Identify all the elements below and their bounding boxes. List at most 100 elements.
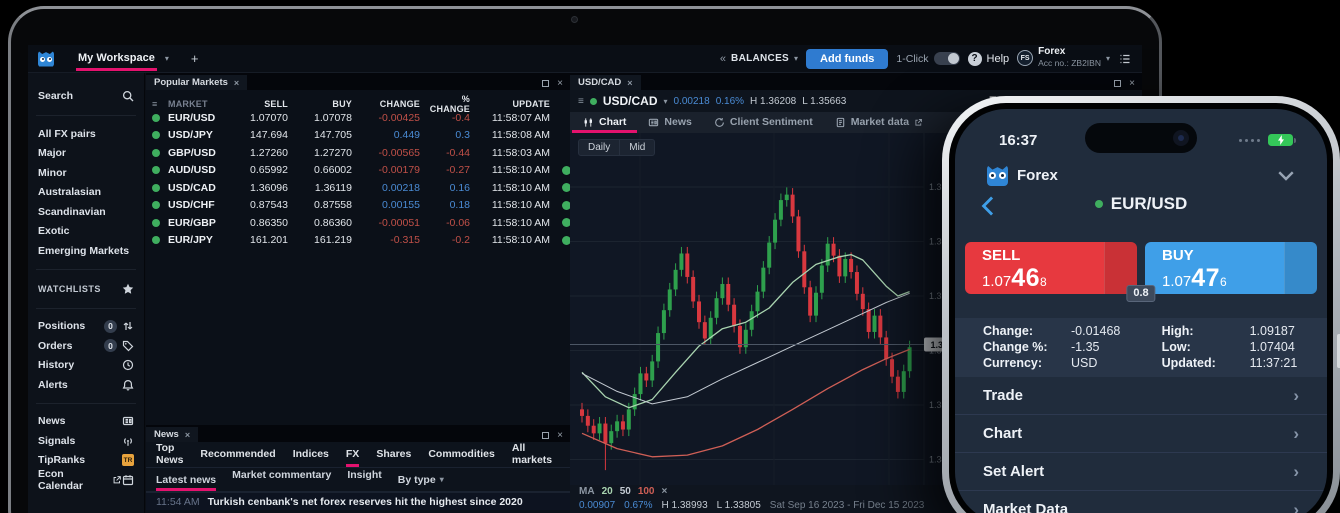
table-row[interactable]: USD/CHF0.875430.875580.001550.1811:58:10… (146, 197, 570, 215)
sidebar-item-positions[interactable]: Positions0 (38, 317, 134, 337)
timeframe-chip[interactable]: Daily Mid (578, 139, 655, 156)
sell-cell[interactable]: 147.694 (226, 129, 288, 141)
chevron-down-icon[interactable]: ▾ (664, 97, 668, 106)
close-icon[interactable]: × (627, 78, 632, 88)
hamburger-icon[interactable]: ≡ (152, 99, 168, 109)
buy-cell[interactable]: 161.219 (288, 234, 352, 246)
market-open-dot (152, 219, 160, 227)
chart-subtab-client-sentiment[interactable]: Client Sentiment (703, 112, 824, 133)
sidebar-item-orders[interactable]: Orders0 (38, 336, 134, 356)
news-headline-row[interactable]: 11:54 AMTurkish cenbank's net forex rese… (146, 492, 570, 510)
stat-value: -1.35 (1071, 340, 1100, 355)
menu-item-trade[interactable]: Trade› (955, 377, 1327, 414)
sell-cell[interactable]: 0.65992 (226, 164, 288, 176)
table-row[interactable]: EUR/JPY161.201161.219-0.315-0.211:58:10 … (146, 232, 570, 250)
news-tab-shares[interactable]: Shares (376, 442, 411, 467)
collapse-icon[interactable]: « (720, 53, 726, 65)
buy-cell[interactable]: 147.705 (288, 129, 352, 141)
market-open-dot (152, 131, 160, 139)
sidebar-item-minor[interactable]: Minor (38, 163, 134, 183)
sidebar-item-label: Econ Calendar (38, 468, 108, 492)
sidebar-search[interactable]: Search (38, 85, 134, 107)
sidebar-item-australasian[interactable]: Australasian (38, 183, 134, 203)
close-icon[interactable]: × (1129, 80, 1135, 87)
buy-cell[interactable]: 0.86360 (288, 217, 352, 229)
table-row[interactable]: USD/CAD1.360961.361190.002180.1611:58:10… (146, 179, 570, 197)
close-icon[interactable]: × (234, 78, 239, 88)
sell-cell[interactable]: 1.27260 (226, 147, 288, 159)
close-icon[interactable]: × (557, 80, 563, 87)
news-subtab-insight[interactable]: Insight (347, 469, 381, 491)
buy-cell[interactable]: 1.27270 (288, 147, 352, 159)
chart-subtab-market-data[interactable]: Market data (824, 112, 934, 133)
by-type-dropdown[interactable]: By type ▾ (398, 474, 444, 486)
buy-cell[interactable]: 0.66002 (288, 164, 352, 176)
chart-symbol[interactable]: USD/CAD (603, 94, 658, 108)
menu-item-set-alert[interactable]: Set Alert› (955, 452, 1327, 490)
chevron-down-icon[interactable] (1277, 170, 1295, 182)
buy-cell[interactable]: 1.07078 (288, 112, 352, 124)
table-row[interactable]: AUD/USD0.659920.66002-0.00179-0.2711:58:… (146, 162, 570, 180)
table-row[interactable]: EUR/GBP0.863500.86360-0.00051-0.0611:58:… (146, 214, 570, 232)
layout-list-icon[interactable] (1118, 53, 1132, 65)
news-tab-indices[interactable]: Indices (293, 442, 329, 467)
usdcad-tab[interactable]: USD/CAD × (570, 75, 641, 90)
subtab-label: Market data (851, 116, 909, 128)
help-button[interactable]: ? Help (968, 52, 1010, 66)
sidebar-item-watchlists[interactable]: WATCHLISTS (38, 278, 134, 300)
webcam-dot (571, 16, 578, 23)
sell-cell[interactable]: 0.87543 (226, 199, 288, 211)
price-basis-mid[interactable]: Mid (619, 140, 654, 155)
sidebar-item-exotic[interactable]: Exotic (38, 222, 134, 242)
table-row[interactable]: EUR/USD1.070701.07078-0.00425-0.411:58:0… (146, 109, 570, 127)
account-menu[interactable]: FS Forex Acc no.: ZB2IBN ▾ (1017, 47, 1110, 69)
table-row[interactable]: GBP/USD1.272601.27270-0.00565-0.4411:58:… (146, 144, 570, 162)
sidebar-item-history[interactable]: History (38, 356, 134, 376)
sidebar-item-signals[interactable]: Signals (38, 431, 134, 451)
sidebar-item-scandinavian[interactable]: Scandinavian (38, 202, 134, 222)
sell-cell[interactable]: 0.86350 (226, 217, 288, 229)
news-tab-commodities[interactable]: Commodities (428, 442, 495, 467)
news-tab-fx[interactable]: FX (346, 442, 359, 467)
workspace-tab[interactable]: My Workspace (76, 46, 157, 71)
menu-item-market-data[interactable]: Market Data› (955, 490, 1327, 513)
mobile-phone: 16:37 Forex EUR/USD S (942, 96, 1340, 513)
close-icon[interactable]: × (185, 430, 190, 440)
sell-cell[interactable]: 161.201 (226, 234, 288, 246)
chart-subtab-chart[interactable]: Chart (572, 112, 637, 133)
sidebar-item-alerts[interactable]: Alerts (38, 375, 134, 395)
sidebar-item-econ-calendar[interactable]: Econ Calendar (38, 470, 134, 490)
new-workspace-button[interactable]: + (191, 51, 199, 66)
sell-cell[interactable]: 1.36096 (226, 182, 288, 194)
sidebar-item-news[interactable]: News (38, 412, 134, 432)
hamburger-icon[interactable]: ≡ (578, 96, 584, 107)
divider (36, 403, 136, 404)
popular-markets-tab[interactable]: Popular Markets × (146, 75, 247, 90)
spread-badge: 0.8 (1126, 285, 1155, 302)
one-click-toggle[interactable] (934, 52, 960, 65)
menu-item-chart[interactable]: Chart› (955, 414, 1327, 452)
timeframe-daily[interactable]: Daily (579, 140, 619, 155)
sidebar-item-emerging-markets[interactable]: Emerging Markets (38, 241, 134, 261)
sell-cell[interactable]: 1.07070 (226, 112, 288, 124)
sidebar-item-all-fx-pairs[interactable]: All FX pairs (38, 124, 134, 144)
add-funds-button[interactable]: Add funds (806, 49, 888, 69)
chart-subtab-news[interactable]: News (637, 112, 702, 133)
news-tab-recommended[interactable]: Recommended (200, 442, 275, 467)
news-subtab-market-commentary[interactable]: Market commentary (232, 469, 331, 491)
maximize-icon[interactable] (542, 80, 549, 87)
table-row[interactable]: USD/JPY147.694147.7050.4490.311:58:08 AM (146, 127, 570, 145)
change-pct-cell: -0.06 (420, 217, 470, 229)
buy-button[interactable]: BUY 1.07476 (1145, 242, 1317, 294)
maximize-icon[interactable] (1114, 80, 1121, 87)
buy-cell[interactable]: 1.36119 (288, 182, 352, 194)
buy-cell[interactable]: 0.87558 (288, 199, 352, 211)
update-cell: 11:58:10 AM (470, 217, 550, 229)
balances-dropdown[interactable]: « BALANCES ▾ (720, 53, 798, 65)
news-subtab-latest-news[interactable]: Latest news (156, 469, 216, 491)
sidebar-item-major[interactable]: Major (38, 144, 134, 164)
close-icon[interactable]: × (662, 486, 668, 497)
sell-button[interactable]: SELL 1.07468 (965, 242, 1137, 294)
close-icon[interactable]: × (557, 432, 563, 439)
chevron-down-icon[interactable]: ▾ (165, 54, 169, 63)
